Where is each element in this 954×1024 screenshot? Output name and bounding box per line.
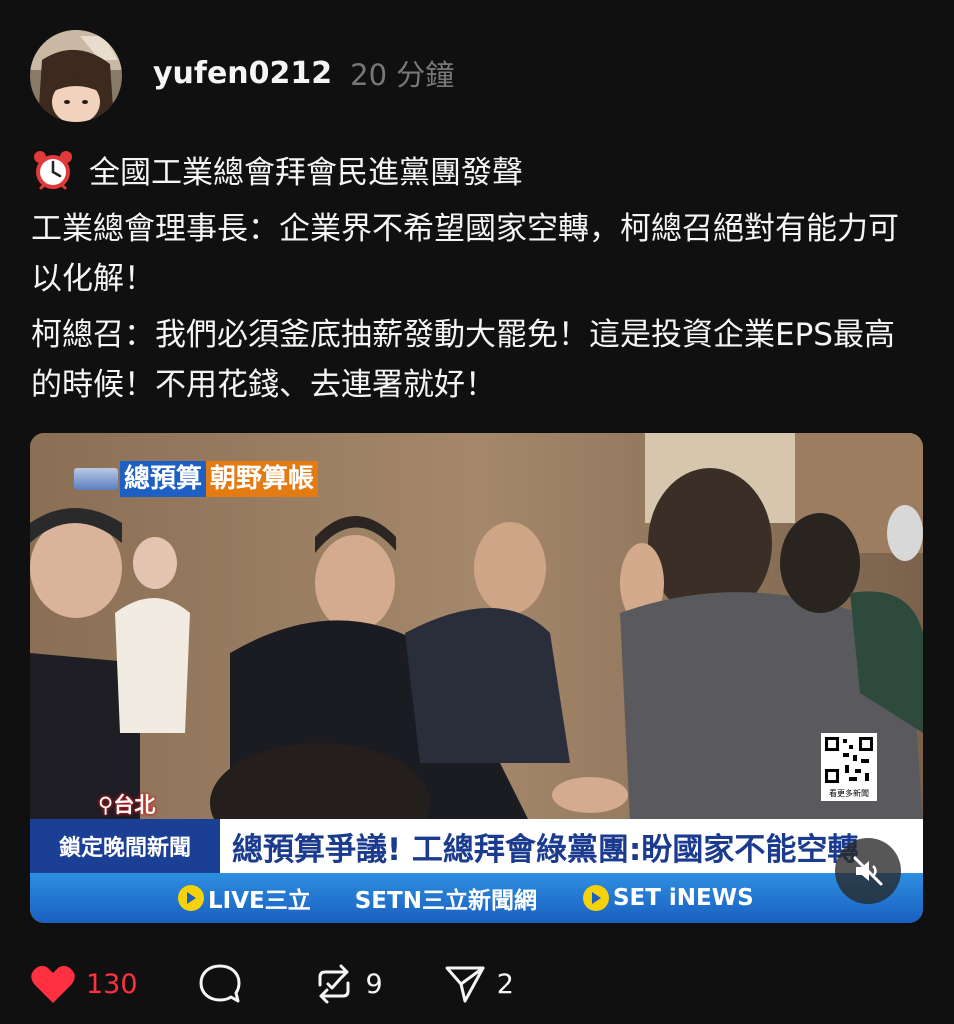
post-body: 全國工業總會拜會民進黨團發聲 工業總會理事長：企業界不希望國家空轉，柯總召絕對有… [31, 148, 921, 416]
location-text: 台北 [113, 793, 156, 817]
share-send-icon [445, 966, 485, 1003]
username[interactable]: yufen0212 [153, 56, 332, 91]
news-headline: 總預算爭議! 工總拜會綠黨團:盼國家不能空轉 [222, 819, 923, 873]
share-button[interactable]: 2 [443, 963, 514, 1005]
avatar-image [30, 30, 122, 122]
channel-live: LIVE三立 [178, 881, 311, 915]
like-button[interactable]: 130 [30, 963, 138, 1005]
avatar[interactable] [30, 30, 122, 122]
alarm-clock-icon [31, 148, 75, 192]
channel-setn: SETN三立新聞網 [355, 881, 537, 915]
repost-count: 9 [365, 968, 383, 1000]
repost-icon [318, 964, 350, 1004]
repost-button[interactable]: 9 [312, 963, 383, 1005]
share-count: 2 [496, 968, 514, 1000]
logo-chip-icon [74, 468, 118, 490]
channel-setn-label: SETN三立新聞網 [354, 888, 537, 914]
logo-text-part-a: 總預算 [120, 461, 207, 497]
channel-live-label: LIVE三立 [208, 888, 311, 914]
post-paragraph-3: 柯總召：我們必須釜底抽薪發動大罷免！這是投資企業EPS最高的時候！不用花錢、去連… [31, 317, 895, 403]
location-pin-icon: ⚲ [98, 793, 114, 817]
muted-speaker-icon [853, 856, 883, 886]
heart-icon [31, 965, 75, 1003]
play-icon [178, 885, 204, 911]
video-player[interactable]: 總預算 朝野算帳 ⚲台北 看更多新聞 鎖定晚間新聞 總預算爭議! 工總拜會綠黨團… [30, 433, 923, 923]
threads-post: yufen0212 20 分鐘 全國工業總會拜會民進黨團發聲 工業總會理事長：企… [0, 0, 954, 1024]
program-logo: 總預算 朝野算帳 [74, 461, 319, 497]
channel-bar: LIVE三立 SETN三立新聞網 SET iNEWS [30, 873, 923, 923]
channel-inews-label: SET iNEWS [612, 885, 754, 911]
post-paragraph-1-text: 全國工業總會拜會民進黨團發聲 [89, 155, 523, 191]
qr-code: 看更多新聞 [821, 733, 877, 801]
qr-code-icon [825, 737, 873, 783]
news-lower-third: 鎖定晚間新聞 總預算爭議! 工總拜會綠黨團:盼國家不能空轉 [30, 819, 923, 873]
post-paragraph-1: 全國工業總會拜會民進黨團發聲 [31, 148, 921, 198]
post-actions: 130 9 2 [30, 960, 574, 1008]
location-tag: ⚲台北 [98, 789, 155, 819]
comment-button[interactable] [198, 963, 252, 1005]
mute-button[interactable] [835, 838, 901, 904]
logo-text-part-b: 朝野算帳 [206, 461, 319, 497]
post-header: yufen0212 20 分鐘 [30, 30, 454, 122]
post-timestamp: 20 分鐘 [350, 58, 455, 92]
comment-bubble-icon [199, 964, 241, 1003]
qr-caption: 看更多新聞 [829, 789, 869, 798]
play-icon [582, 885, 609, 911]
like-count: 130 [86, 968, 138, 1000]
post-paragraph-2: 工業總會理事長：企業界不希望國家空轉，柯總召絕對有能力可以化解！ [31, 211, 899, 297]
channel-inews: SET iNEWS [582, 885, 754, 911]
program-tag: 鎖定晚間新聞 [30, 819, 222, 873]
